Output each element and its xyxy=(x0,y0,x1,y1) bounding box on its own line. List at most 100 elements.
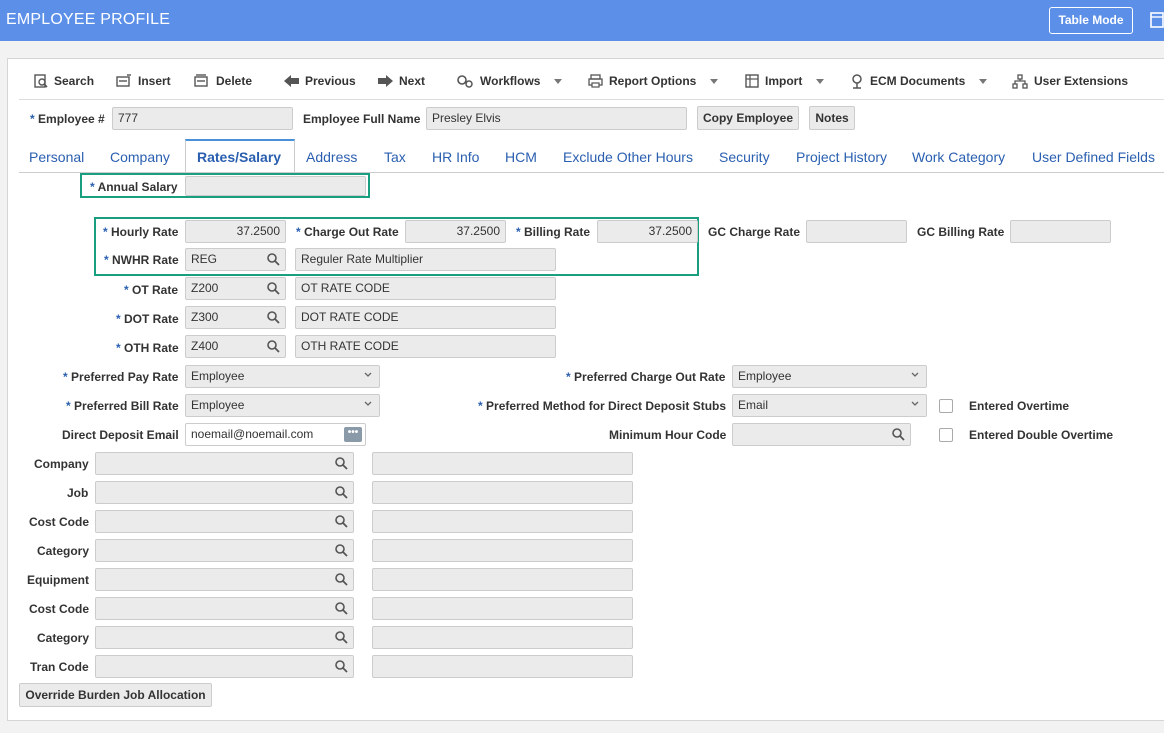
nwhr-rate-lookup[interactable]: REG xyxy=(185,248,286,271)
search-doc-icon xyxy=(34,74,48,88)
ecm-documents-caret-icon[interactable] xyxy=(979,78,988,84)
search-icon[interactable] xyxy=(267,311,280,324)
insert-button[interactable]: Insert xyxy=(116,72,171,90)
direct-deposit-email-field[interactable]: noemail@noemail.com ••• xyxy=(185,423,366,446)
more-options-icon[interactable]: ••• xyxy=(344,427,362,442)
employee-fullname-field[interactable]: Presley Elvis xyxy=(426,107,687,130)
search-icon[interactable] xyxy=(335,573,348,586)
search-icon[interactable] xyxy=(335,515,348,528)
tab-address[interactable]: Address xyxy=(306,149,357,165)
preferred-method-dd-stubs-value: Email xyxy=(738,398,769,412)
billing-rate-field[interactable]: 37.2500 xyxy=(597,220,698,243)
tab-hr-info[interactable]: HR Info xyxy=(432,149,479,165)
search-icon[interactable] xyxy=(335,602,348,615)
delete-button[interactable]: Delete xyxy=(194,72,252,90)
job-lookup[interactable] xyxy=(95,481,354,504)
search-icon[interactable] xyxy=(267,340,280,353)
search-icon[interactable] xyxy=(335,486,348,499)
override-burden-job-allocation-button[interactable]: Override Burden Job Allocation xyxy=(19,683,212,707)
import-label: Import xyxy=(765,74,803,88)
ecm-documents-button[interactable]: ECM Documents xyxy=(850,72,988,90)
report-options-label: Report Options xyxy=(609,74,697,88)
charge-out-rate-field[interactable]: 37.2500 xyxy=(405,220,506,243)
copy-employee-button[interactable]: Copy Employee xyxy=(697,106,799,130)
preferred-method-dd-stubs-label: * Preferred Method for Direct Deposit St… xyxy=(478,399,727,413)
import-caret-icon[interactable] xyxy=(816,78,825,84)
cost-code-2-lookup[interactable] xyxy=(95,597,354,620)
workflows-button[interactable]: Workflows xyxy=(456,72,563,90)
category-description xyxy=(372,539,633,562)
document-icon[interactable] xyxy=(1150,12,1164,28)
search-icon[interactable] xyxy=(892,428,905,441)
chevron-down-icon xyxy=(364,401,372,406)
nwhr-rate-label: * NWHR Rate xyxy=(104,253,179,267)
page-title: EMPLOYEE PROFILE xyxy=(6,11,171,28)
tab-work-category[interactable]: Work Category xyxy=(912,149,1005,165)
category-lookup[interactable] xyxy=(95,539,354,562)
tab-exclude-other-hours[interactable]: Exclude Other Hours xyxy=(563,149,693,165)
employee-number-field[interactable]: 777 xyxy=(112,107,293,130)
search-icon[interactable] xyxy=(335,660,348,673)
category-2-lookup[interactable] xyxy=(95,626,354,649)
report-options-button[interactable]: Report Options xyxy=(588,72,719,90)
tran-code-lookup[interactable] xyxy=(95,655,354,678)
workflows-label: Workflows xyxy=(480,74,541,88)
tab-user-defined-fields[interactable]: User Defined Fields xyxy=(1032,149,1155,165)
entered-overtime-checkbox[interactable] xyxy=(939,399,953,413)
printer-icon xyxy=(588,74,603,88)
tab-personal[interactable]: Personal xyxy=(29,149,84,165)
search-button[interactable]: Search xyxy=(34,72,94,90)
search-icon[interactable] xyxy=(335,631,348,644)
billing-rate-label: * Billing Rate xyxy=(516,225,591,239)
gc-billing-rate-field[interactable] xyxy=(1010,220,1111,243)
previous-button[interactable]: Previous xyxy=(284,72,356,90)
nwhr-rate-code: REG xyxy=(191,252,218,266)
gc-charge-rate-field[interactable] xyxy=(806,220,907,243)
entered-double-overtime-checkbox[interactable] xyxy=(939,428,953,442)
preferred-charge-out-rate-select[interactable]: Employee xyxy=(732,365,927,388)
minimum-hour-code-label: Minimum Hour Code xyxy=(609,428,727,442)
cost-code-lookup[interactable] xyxy=(95,510,354,533)
tab-company[interactable]: Company xyxy=(110,149,170,165)
preferred-charge-out-rate-label: * Preferred Charge Out Rate xyxy=(566,370,726,384)
search-icon[interactable] xyxy=(267,253,280,266)
search-icon[interactable] xyxy=(267,282,280,295)
notes-button[interactable]: Notes xyxy=(809,106,855,130)
user-extensions-button[interactable]: User Extensions xyxy=(1012,72,1128,90)
oth-rate-label: * OTH Rate xyxy=(116,341,179,355)
tab-hcm[interactable]: HCM xyxy=(505,149,537,165)
entered-double-overtime-label: Entered Double Overtime xyxy=(969,428,1114,442)
insert-icon xyxy=(116,74,131,87)
annual-salary-field[interactable] xyxy=(185,176,366,196)
tab-project-history[interactable]: Project History xyxy=(796,149,887,165)
ot-rate-lookup[interactable]: Z200 xyxy=(185,277,286,300)
search-icon[interactable] xyxy=(335,544,348,557)
hourly-rate-field[interactable]: 37.2500 xyxy=(185,220,286,243)
user-extensions-label: User Extensions xyxy=(1034,74,1129,88)
preferred-pay-rate-select[interactable]: Employee xyxy=(185,365,380,388)
company-lookup[interactable] xyxy=(95,452,354,475)
table-mode-button[interactable]: Table Mode xyxy=(1049,7,1133,34)
delete-label: Delete xyxy=(216,74,253,88)
import-button[interactable]: Import xyxy=(745,72,825,90)
minimum-hour-code-lookup[interactable] xyxy=(732,423,911,446)
direct-deposit-email-label: Direct Deposit Email xyxy=(62,428,179,442)
workflows-caret-icon[interactable] xyxy=(554,78,563,84)
tab-security[interactable]: Security xyxy=(719,149,770,165)
chevron-down-icon xyxy=(364,372,372,377)
preferred-charge-out-rate-value: Employee xyxy=(738,369,792,383)
equipment-lookup[interactable] xyxy=(95,568,354,591)
ot-rate-description: OT RATE CODE xyxy=(295,277,556,300)
next-button[interactable]: Next xyxy=(378,72,425,90)
oth-rate-lookup[interactable]: Z400 xyxy=(185,335,286,358)
preferred-bill-rate-select[interactable]: Employee xyxy=(185,394,380,417)
annual-salary-label: * Annual Salary xyxy=(90,180,178,194)
preferred-method-dd-stubs-select[interactable]: Email xyxy=(732,394,927,417)
tab-tax[interactable]: Tax xyxy=(384,149,406,165)
search-icon[interactable] xyxy=(335,457,348,470)
tab-rates-salary[interactable]: Rates/Salary xyxy=(197,149,281,165)
dot-rate-lookup[interactable]: Z300 xyxy=(185,306,286,329)
dot-rate-description: DOT RATE CODE xyxy=(295,306,556,329)
report-options-caret-icon[interactable] xyxy=(710,78,719,84)
hierarchy-icon xyxy=(1012,73,1028,89)
